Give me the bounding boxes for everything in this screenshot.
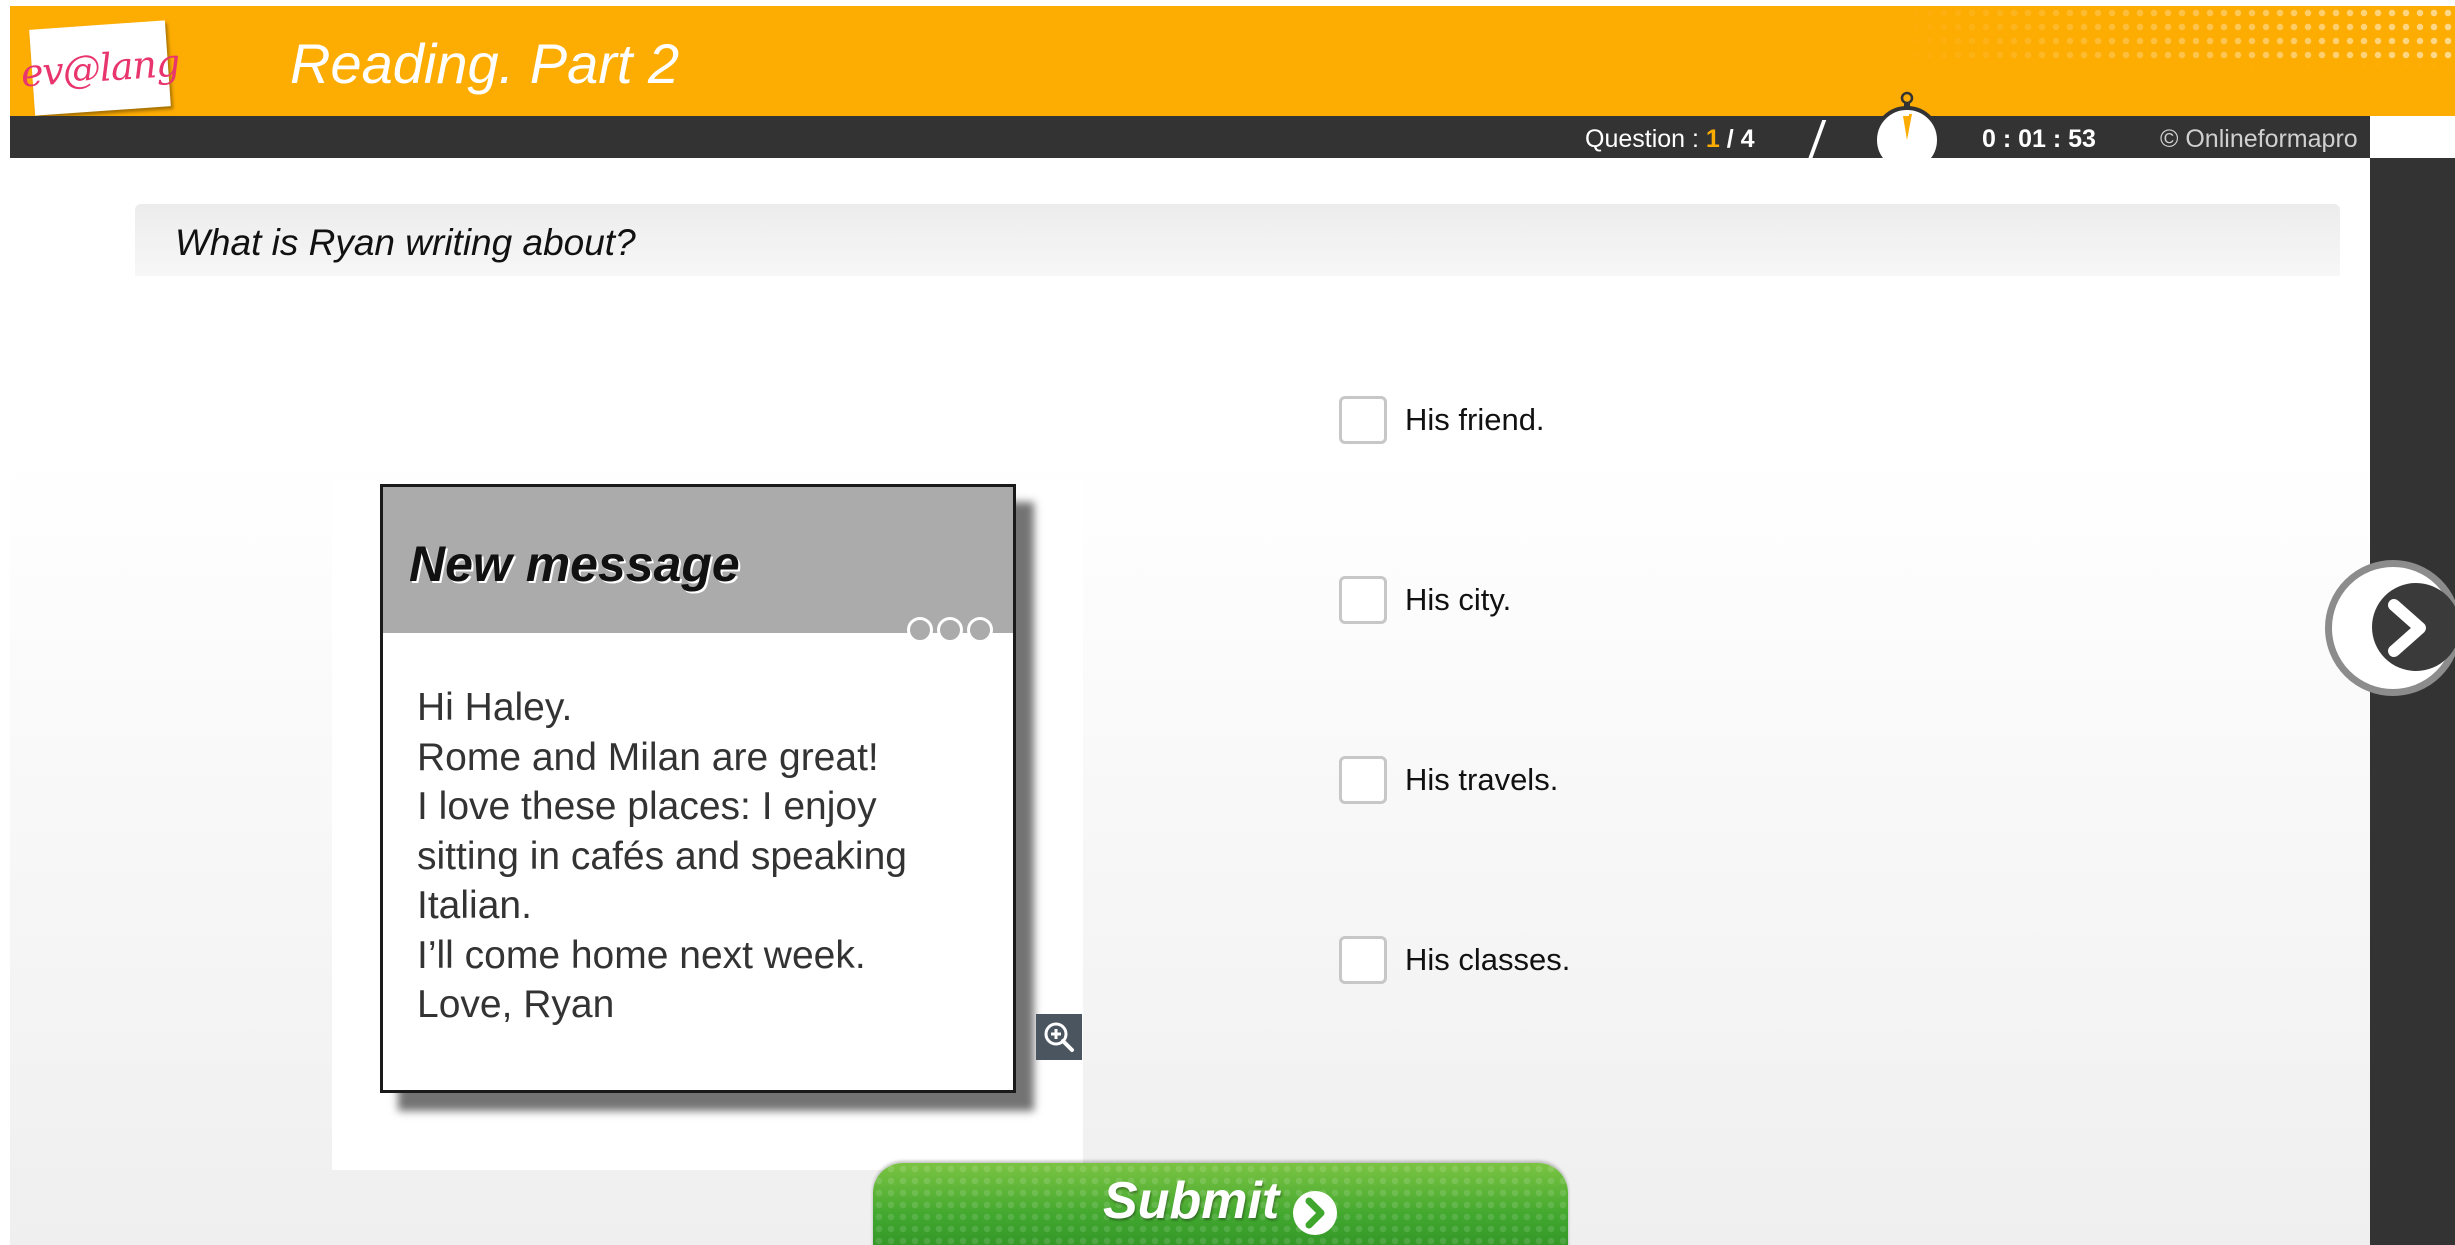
option-label: His city. (1405, 582, 1512, 617)
next-question-button[interactable] (2325, 560, 2455, 696)
option-his-friend[interactable]: His friend. (1339, 396, 1545, 444)
option-checkbox[interactable] (1339, 396, 1387, 444)
page-title: Reading. Part 2 (290, 32, 680, 95)
message-line: Love, Ryan (417, 983, 615, 1026)
timer-value: 0 : 01 : 53 (1982, 125, 2096, 153)
right-side-panel (2370, 158, 2455, 1245)
question-total: / 4 (1719, 125, 1755, 153)
option-checkbox[interactable] (1339, 936, 1387, 984)
header-bar: ev@lang Reading. Part 2 (10, 6, 2455, 116)
message-line: Rome and Milan are great! (417, 735, 879, 779)
message-body: Hi Haley. Rome and Milan are great! I lo… (417, 683, 907, 1030)
zoom-in-icon (1044, 1022, 1074, 1052)
question-counter: Question : 1 / 4 (1585, 125, 1755, 154)
arrow-circle-right-icon (1293, 1191, 1337, 1235)
copyright-text: © Onlineformapro (2160, 125, 2358, 153)
option-checkbox[interactable] (1339, 756, 1387, 804)
option-his-city[interactable]: His city. (1339, 576, 1511, 624)
divider-slash (1807, 120, 1827, 160)
message-line: sitting in cafés and speaking (417, 834, 907, 878)
submit-label: Submit (1103, 1172, 1280, 1230)
app-window: ev@lang Reading. Part 2 Question : 1 / 4… (0, 0, 2455, 1245)
message-line: Italian. (417, 884, 532, 927)
option-checkbox[interactable] (1339, 576, 1387, 624)
message-card: New message Hi Haley. Rome and Milan are… (380, 484, 1016, 1093)
ellipsis-dot (967, 617, 993, 643)
message-title: New message (409, 536, 740, 592)
option-label: His travels. (1405, 762, 1559, 797)
message-line: I’ll come home next week. (417, 933, 866, 977)
info-bar: Question : 1 / 4 0 : 01 : 53 © Onlinefor… (10, 116, 2370, 160)
question-bar: What is Ryan writing about? (135, 204, 2340, 276)
question-current-number: 1 (1705, 125, 1720, 153)
ellipsis-dot (937, 617, 963, 643)
zoom-in-button[interactable] (1036, 1014, 1082, 1060)
message-line: Hi Haley. (417, 686, 573, 729)
submit-button[interactable]: Submit (873, 1163, 1568, 1245)
ellipsis-dot (907, 617, 933, 643)
message-line: I love these places: I enjoy (417, 785, 877, 828)
option-his-travels[interactable]: His travels. (1339, 756, 1558, 804)
question-text: What is Ryan writing about? (175, 222, 636, 263)
option-label: His friend. (1405, 402, 1545, 437)
header-dot-pattern (1895, 6, 2455, 66)
message-image-panel: New message Hi Haley. Rome and Milan are… (332, 480, 1083, 1170)
question-counter-prefix: Question : (1585, 125, 1706, 153)
evalang-logo: ev@lang (19, 20, 181, 116)
content-area: What is Ryan writing about? New message … (10, 158, 2370, 1245)
ellipsis-icon (907, 617, 993, 643)
chevron-right-icon (2388, 599, 2426, 657)
option-label: His classes. (1405, 942, 1571, 977)
logo-text: ev@lang (19, 40, 181, 96)
option-his-classes[interactable]: His classes. (1339, 936, 1570, 984)
message-card-header: New message (383, 487, 1013, 643)
